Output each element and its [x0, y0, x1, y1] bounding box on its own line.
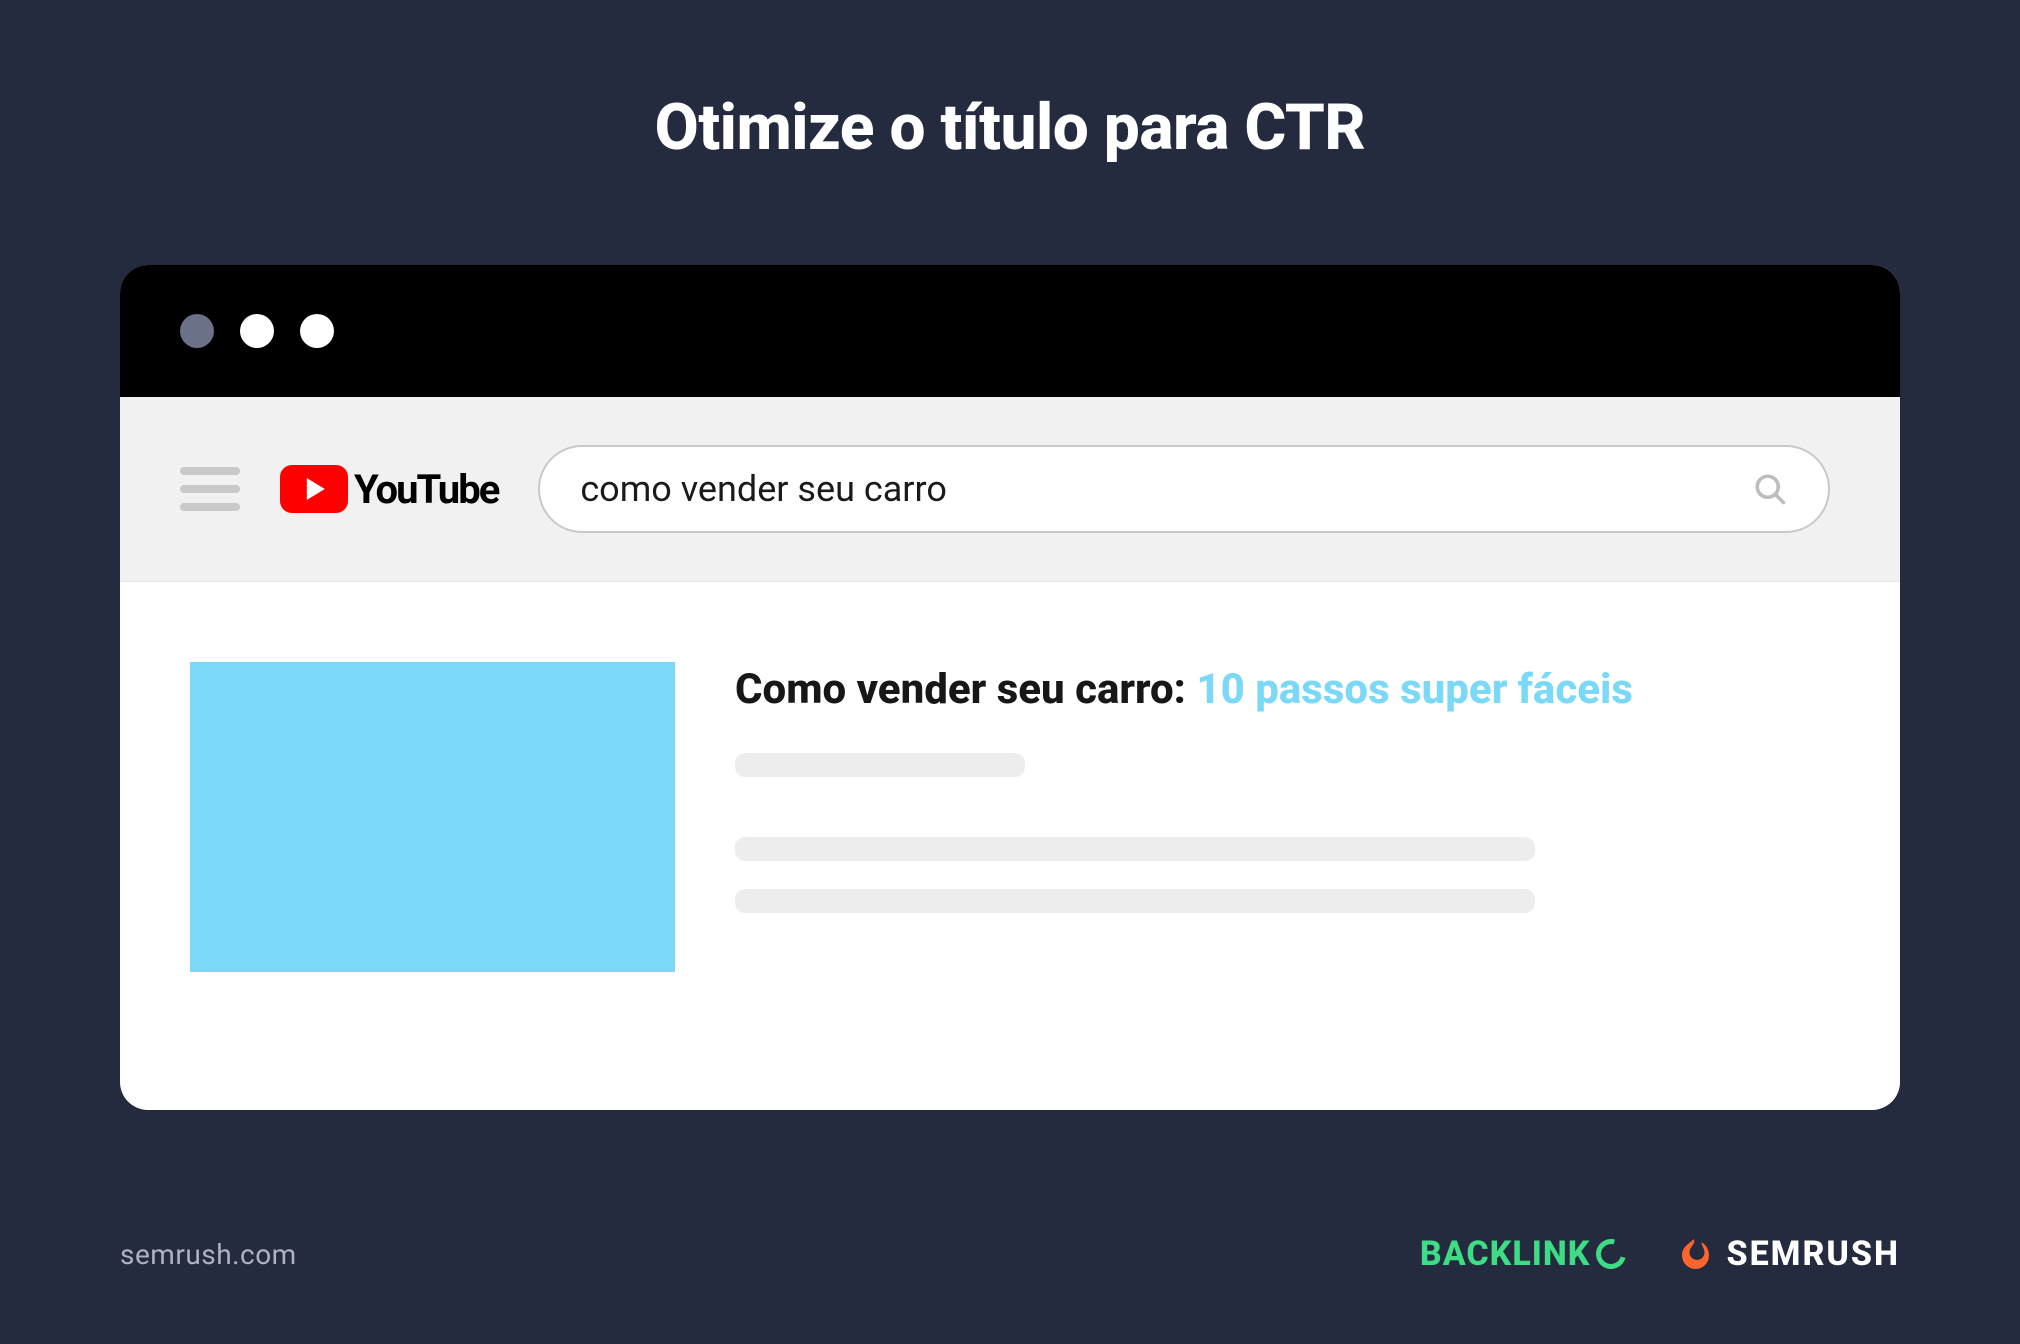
footer-domain: semrush.com [120, 1238, 297, 1271]
semrush-fire-icon [1676, 1236, 1712, 1272]
backlinko-o-icon [1591, 1234, 1632, 1275]
search-query-text: como vender seu carro [580, 468, 1732, 510]
video-title-main: Como vender seu carro: [735, 665, 1196, 714]
video-meta: Como vender seu carro: 10 passos super f… [735, 662, 1830, 972]
window-dot-maximize-icon [300, 314, 334, 348]
youtube-logo-text: YouTube [354, 466, 498, 513]
footer-brands: BACKLINK SEMRUSH [1420, 1234, 1900, 1274]
search-input[interactable]: como vender seu carro [538, 445, 1830, 533]
description-placeholder-line [735, 889, 1535, 913]
backlinko-wordmark: BACKLINK [1420, 1234, 1591, 1274]
youtube-header: YouTube como vender seu carro [120, 397, 1900, 582]
search-result: Como vender seu carro: 10 passos super f… [120, 582, 1900, 972]
video-title-highlight: 10 passos super fáceis [1196, 665, 1633, 714]
footer: semrush.com BACKLINK SEMRUSH [0, 1224, 2020, 1284]
search-icon[interactable] [1752, 471, 1788, 507]
description-placeholder-line [735, 837, 1535, 861]
semrush-wordmark: SEMRUSH [1726, 1234, 1900, 1274]
semrush-logo: SEMRUSH [1676, 1234, 1900, 1274]
window-title-bar [120, 265, 1900, 397]
backlinko-logo: BACKLINK [1420, 1234, 1627, 1274]
video-title[interactable]: Como vender seu carro: 10 passos super f… [735, 664, 1830, 717]
video-thumbnail[interactable] [190, 662, 675, 972]
meta-placeholder-line [735, 753, 1025, 777]
browser-window: YouTube como vender seu carro Como vende… [120, 265, 1900, 1110]
youtube-play-icon [280, 465, 348, 513]
hamburger-menu-icon[interactable] [180, 467, 240, 511]
window-dot-minimize-icon [240, 314, 274, 348]
window-dot-close-icon [180, 314, 214, 348]
page-heading: Otimize o título para CTR [0, 0, 2020, 165]
youtube-logo[interactable]: YouTube [280, 465, 498, 513]
